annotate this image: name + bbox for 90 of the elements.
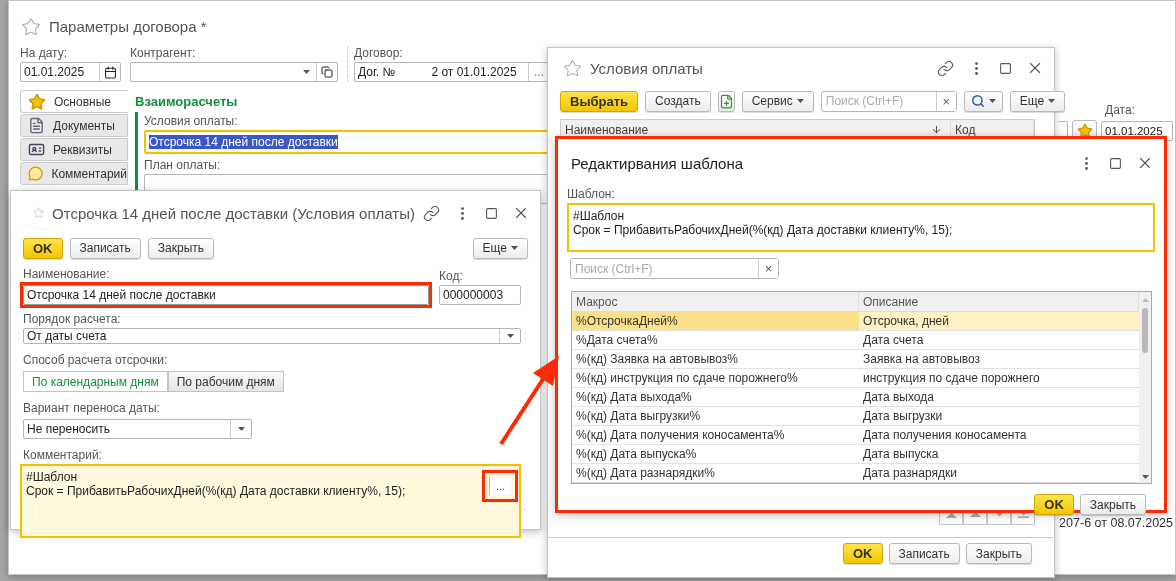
id-card-icon: [28, 141, 45, 158]
side-tab[interactable]: Основные: [20, 90, 128, 113]
move-up-icon: [969, 510, 981, 518]
link-icon[interactable]: [423, 204, 440, 222]
contract-field[interactable]: Дог. № 2 от 01.01.2025 ...: [354, 62, 550, 82]
file-plus-icon: [718, 93, 734, 109]
window-title: Отсрочка 14 дней после доставки (Условия оплаты): [52, 204, 415, 222]
ok-button[interactable]: OK: [23, 237, 63, 259]
toggle-option[interactable]: По календарным дням: [23, 371, 168, 392]
footer-button[interactable]: Закрыть: [965, 543, 1032, 564]
more-button[interactable]: Еще: [472, 237, 528, 259]
sort-arrow-icon: [931, 124, 942, 135]
calendar-icon[interactable]: [103, 65, 117, 79]
maximize-icon[interactable]: [485, 206, 498, 220]
selected-text: Отсрочка 14 дней после доставки: [149, 135, 338, 149]
caret-icon: [988, 99, 996, 103]
star-icon[interactable]: [21, 16, 41, 37]
search-icon: [970, 94, 985, 108]
field-label: Способ расчета отсрочки:: [23, 353, 169, 367]
comment-field[interactable]: #Шаблон Срок = ПрибавитьРабочихДней(%(кд) Дата доставки клиенту%, 15); ...: [20, 464, 521, 538]
scroll-down-icon[interactable]: [1141, 475, 1149, 479]
select-button[interactable]: Выбрать: [560, 90, 639, 112]
maximize-icon[interactable]: [999, 61, 1012, 75]
text-line: #Шаблон: [26, 470, 79, 484]
more-button[interactable]: Еще: [1009, 90, 1066, 112]
caret-icon: [1048, 99, 1056, 103]
star-icon: [28, 92, 46, 111]
window-title: Редактирвания шаблона: [571, 154, 744, 172]
caret-icon: [506, 334, 514, 338]
select-button[interactable]: ...: [489, 477, 511, 495]
template-field[interactable]: #Шаблон Срок = ПрибавитьРабочихДней(%(кд) Дата доставки клиенту%, 15);: [567, 203, 1155, 252]
field-label: Шаблон:: [567, 187, 616, 201]
window-title: Параметры договора *: [49, 18, 207, 35]
side-tab[interactable]: Комментарий: [20, 162, 128, 185]
field-label: Порядок расчета:: [23, 312, 122, 326]
ok-button[interactable]: OK: [843, 543, 883, 564]
side-tab[interactable]: Документы: [20, 114, 128, 137]
date-field[interactable]: 01.01.2025: [20, 62, 121, 82]
toggle-option[interactable]: По рабочим дням: [167, 371, 284, 392]
field-label: Дата:: [1105, 103, 1135, 117]
counterparty-field[interactable]: [130, 62, 338, 82]
search-button[interactable]: [963, 90, 1003, 112]
scrollbar-thumb[interactable]: [1142, 308, 1148, 353]
field-label: Условия оплаты:: [144, 114, 239, 128]
star-icon[interactable]: [563, 58, 582, 78]
search-field[interactable]: Поиск (Ctrl+F) ×: [570, 258, 779, 279]
caret-icon: [511, 246, 518, 250]
document-icon: [28, 117, 45, 134]
code-field[interactable]: 000000003: [439, 285, 521, 305]
toolbar-button[interactable]: Записать: [69, 237, 141, 259]
star-icon: [1076, 122, 1093, 139]
field-label: Вариант переноса даты:: [23, 401, 161, 415]
field-label: Наименование:: [23, 267, 111, 281]
maximize-icon[interactable]: [1109, 156, 1122, 170]
column-header[interactable]: Макрос: [572, 292, 859, 312]
link-icon[interactable]: [937, 59, 954, 77]
field-label: Контрагент:: [130, 46, 197, 60]
speech-bubble-icon: [28, 165, 44, 182]
create-button[interactable]: Создать: [645, 90, 711, 112]
table-cell[interactable]: Отсрочка, дней: [859, 312, 1139, 331]
toolbar-button[interactable]: Закрыть: [147, 237, 214, 259]
document-reference: 207-6 от 08.07.2025: [1059, 516, 1173, 530]
dropdown-field[interactable]: Не переносить: [23, 419, 252, 439]
field-label: На дату:: [20, 46, 69, 60]
service-button[interactable]: Сервис: [741, 90, 814, 112]
ok-button[interactable]: OK: [1034, 494, 1074, 515]
text-line: #Шаблон: [573, 209, 626, 223]
overlapping-squares-icon[interactable]: [321, 66, 333, 78]
caret-icon: [302, 70, 310, 74]
caret-icon: [796, 99, 804, 103]
name-field[interactable]: Отсрочка 14 дней после доставки: [23, 285, 429, 305]
footer-button[interactable]: Записать: [888, 543, 960, 564]
section-title: Взаиморасчеты: [135, 93, 239, 111]
add-file-button[interactable]: [717, 90, 735, 112]
side-tab[interactable]: Реквизиты: [20, 138, 128, 161]
field-label: Комментарий:: [23, 448, 103, 462]
table-cell[interactable]: %ОтсрочкаДней%: [572, 312, 859, 331]
field-label: Код:: [439, 269, 464, 283]
caret-icon: [237, 427, 245, 431]
window-title: Условия оплаты: [590, 59, 703, 77]
column-header[interactable]: Описание: [859, 292, 1139, 312]
close-button[interactable]: Закрыть: [1079, 494, 1146, 515]
field-label: Договор:: [354, 46, 404, 60]
text-line: Срок = ПрибавитьРабочихДней(%(кд) Дата доставки клиенту%, 15);: [26, 484, 407, 498]
text-line: Срок = ПрибавитьРабочихДней(%(кд) Дата доставки клиенту%, 15);: [573, 223, 954, 237]
clear-search-button[interactable]: ×: [758, 259, 778, 278]
dropdown-field[interactable]: От даты счета: [23, 328, 521, 344]
field-label: План оплаты:: [144, 158, 222, 172]
search-field[interactable]: Поиск (Ctrl+F) ×: [820, 90, 957, 112]
clear-search-button[interactable]: ×: [935, 91, 956, 111]
